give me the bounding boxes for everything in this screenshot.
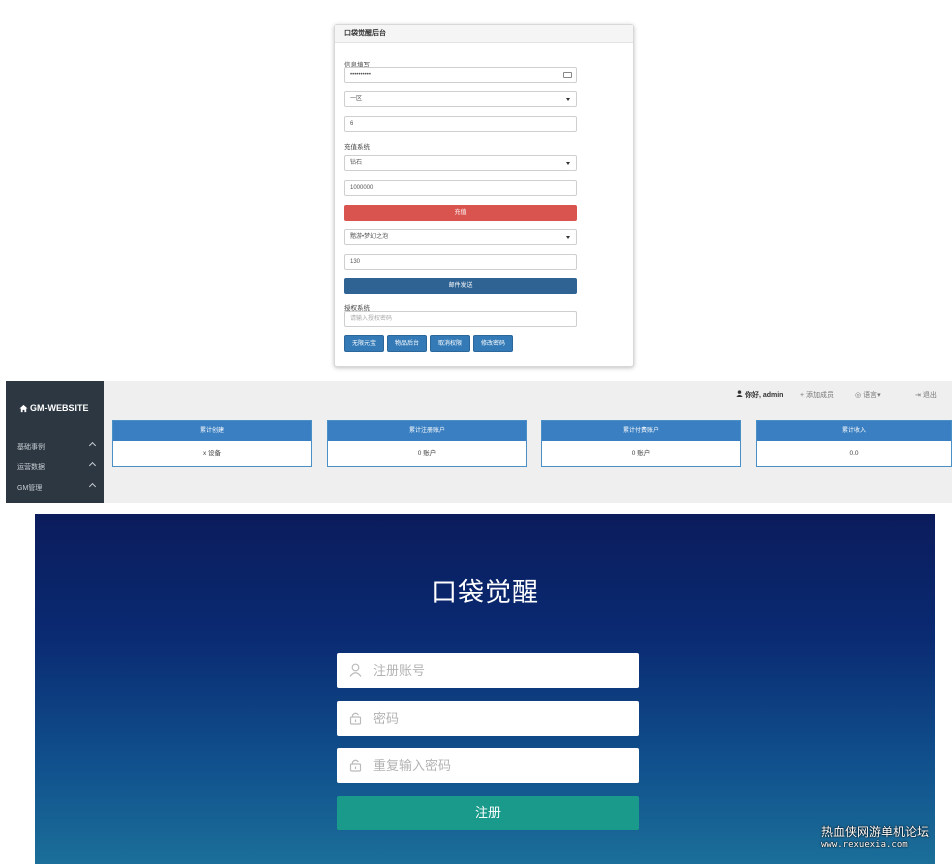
- amount-input[interactable]: 1000000: [344, 180, 577, 196]
- brand[interactable]: GM-WEBSITE: [19, 403, 89, 413]
- watermark-text: 热血侠网游单机论坛: [820, 825, 929, 839]
- add-member-link[interactable]: + 添加成员: [800, 390, 834, 400]
- caret-down-icon: [566, 236, 570, 239]
- brand-name: GM-WEBSITE: [30, 403, 89, 413]
- language-text: 语言: [863, 392, 878, 399]
- globe-icon: ◎: [855, 392, 862, 399]
- stat-card-value: 0.0: [849, 450, 859, 457]
- auth-placeholder: 请输入授权密码: [350, 316, 393, 322]
- user-greeting[interactable]: 你好, admin: [736, 390, 783, 400]
- item-backend-button[interactable]: 物品后台: [387, 335, 427, 352]
- role-id-input[interactable]: 6: [344, 116, 577, 132]
- stat-card-title: 累计注册账户: [328, 421, 526, 441]
- stat-card-paid: 累计付费账户 0 账户: [541, 420, 741, 467]
- logout-link[interactable]: ⇥ 退出: [915, 390, 937, 400]
- amount-value: 1000000: [350, 185, 374, 191]
- role-id-value: 6: [350, 121, 354, 127]
- stat-card-title: 累计付费账户: [542, 421, 740, 441]
- caret-down-icon: [566, 162, 570, 165]
- stat-card-value: 0 账户: [417, 450, 437, 457]
- sidebar-item-label: 运营数据: [17, 464, 45, 471]
- currency-select[interactable]: 钻石: [344, 155, 577, 171]
- lock-icon: [349, 712, 362, 725]
- chevron-up-icon: [88, 441, 97, 450]
- password-field[interactable]: ••••••••••: [344, 67, 577, 83]
- sidebar-item-label: GM管理: [17, 485, 43, 492]
- item-select-value: 黯游•梦幻之泡: [350, 234, 389, 240]
- watermark: 热血侠网游单机论坛 www.rexuexia.com: [821, 826, 929, 852]
- caret-down-icon: ▾: [877, 392, 881, 399]
- register-panel: 口袋觉醒 注册账号 密码 重复输入密码 注册 热血侠网游单机论坛 www.rex…: [35, 514, 935, 864]
- server-select[interactable]: 一区: [344, 91, 577, 107]
- watermark-url: www.rexuexia.com: [820, 840, 908, 850]
- recharge-button[interactable]: 充值: [344, 205, 577, 221]
- chevron-up-icon: [88, 461, 97, 470]
- stat-card-value: x 设备: [202, 450, 222, 457]
- stat-card-value: 0 账户: [631, 450, 651, 457]
- stat-card-created: 累计创建 x 设备: [112, 420, 312, 467]
- auth-password-input[interactable]: 请输入授权密码: [344, 311, 577, 327]
- add-member-text: 添加成员: [806, 392, 835, 399]
- sidebar-item-basic[interactable]: 基础事例: [17, 441, 97, 452]
- item-qty-value: 130: [350, 259, 361, 265]
- change-password-button[interactable]: 修改密码: [473, 335, 513, 352]
- item-qty-input[interactable]: 130: [344, 254, 577, 270]
- password-value: ••••••••••: [350, 72, 372, 78]
- logout-text: 退出: [922, 392, 937, 399]
- plus-icon: +: [800, 392, 805, 399]
- dashboard: GM-WEBSITE 基础事例 运营数据 GM管理 你好, admin + 添加…: [6, 381, 952, 503]
- sidebar: GM-WEBSITE 基础事例 运营数据 GM管理: [6, 381, 104, 503]
- mail-send-button[interactable]: 邮件发送: [344, 278, 577, 294]
- account-input[interactable]: 注册账号: [337, 653, 639, 688]
- revoke-permission-button[interactable]: 取消权限: [430, 335, 470, 352]
- stat-card-title: 累计收入: [757, 421, 951, 441]
- stat-card-registered: 累计注册账户 0 账户: [327, 420, 527, 467]
- stat-card-title: 累计创建: [113, 421, 311, 441]
- gm-panel: 口袋觉醒后台 信息填写 •••••••••• 一区 6 充值系统 钻石 1000…: [334, 24, 634, 367]
- repeat-password-input[interactable]: 重复输入密码: [337, 748, 639, 783]
- stat-card-income: 累计收入 0.0: [756, 420, 952, 467]
- item-select[interactable]: 黯游•梦幻之泡: [344, 229, 577, 245]
- home-icon: [19, 404, 28, 412]
- unlimited-yuanbao-button[interactable]: 无限元宝: [344, 335, 384, 352]
- language-dropdown[interactable]: ◎ 语言▾: [855, 390, 881, 400]
- sidebar-item-gm[interactable]: GM管理: [17, 482, 97, 493]
- caret-down-icon: [566, 98, 570, 101]
- server-select-value: 一区: [350, 96, 363, 102]
- password-placeholder: 密码: [373, 711, 400, 726]
- user-icon: [736, 390, 743, 397]
- user-greeting-text: 你好, admin: [744, 392, 784, 399]
- gm-panel-title: 口袋觉醒后台: [335, 25, 633, 43]
- topbar: 你好, admin + 添加成员 ◎ 语言▾ ⇥ 退出: [104, 381, 952, 409]
- repeat-password-placeholder: 重复输入密码: [373, 758, 452, 773]
- keyboard-icon: [563, 72, 572, 78]
- logout-icon: ⇥: [915, 392, 921, 399]
- register-title: 口袋觉醒: [430, 577, 539, 607]
- register-button[interactable]: 注册: [337, 796, 639, 830]
- password-input[interactable]: 密码: [337, 701, 639, 736]
- currency-select-value: 钻石: [350, 160, 363, 166]
- recharge-label: 充值系统: [344, 144, 370, 151]
- account-placeholder: 注册账号: [373, 663, 426, 678]
- sidebar-item-operations[interactable]: 运营数据: [17, 461, 97, 472]
- lock-icon: [349, 759, 362, 772]
- user-icon: [349, 663, 362, 677]
- sidebar-item-label: 基础事例: [17, 444, 45, 451]
- chevron-up-icon: [88, 482, 97, 491]
